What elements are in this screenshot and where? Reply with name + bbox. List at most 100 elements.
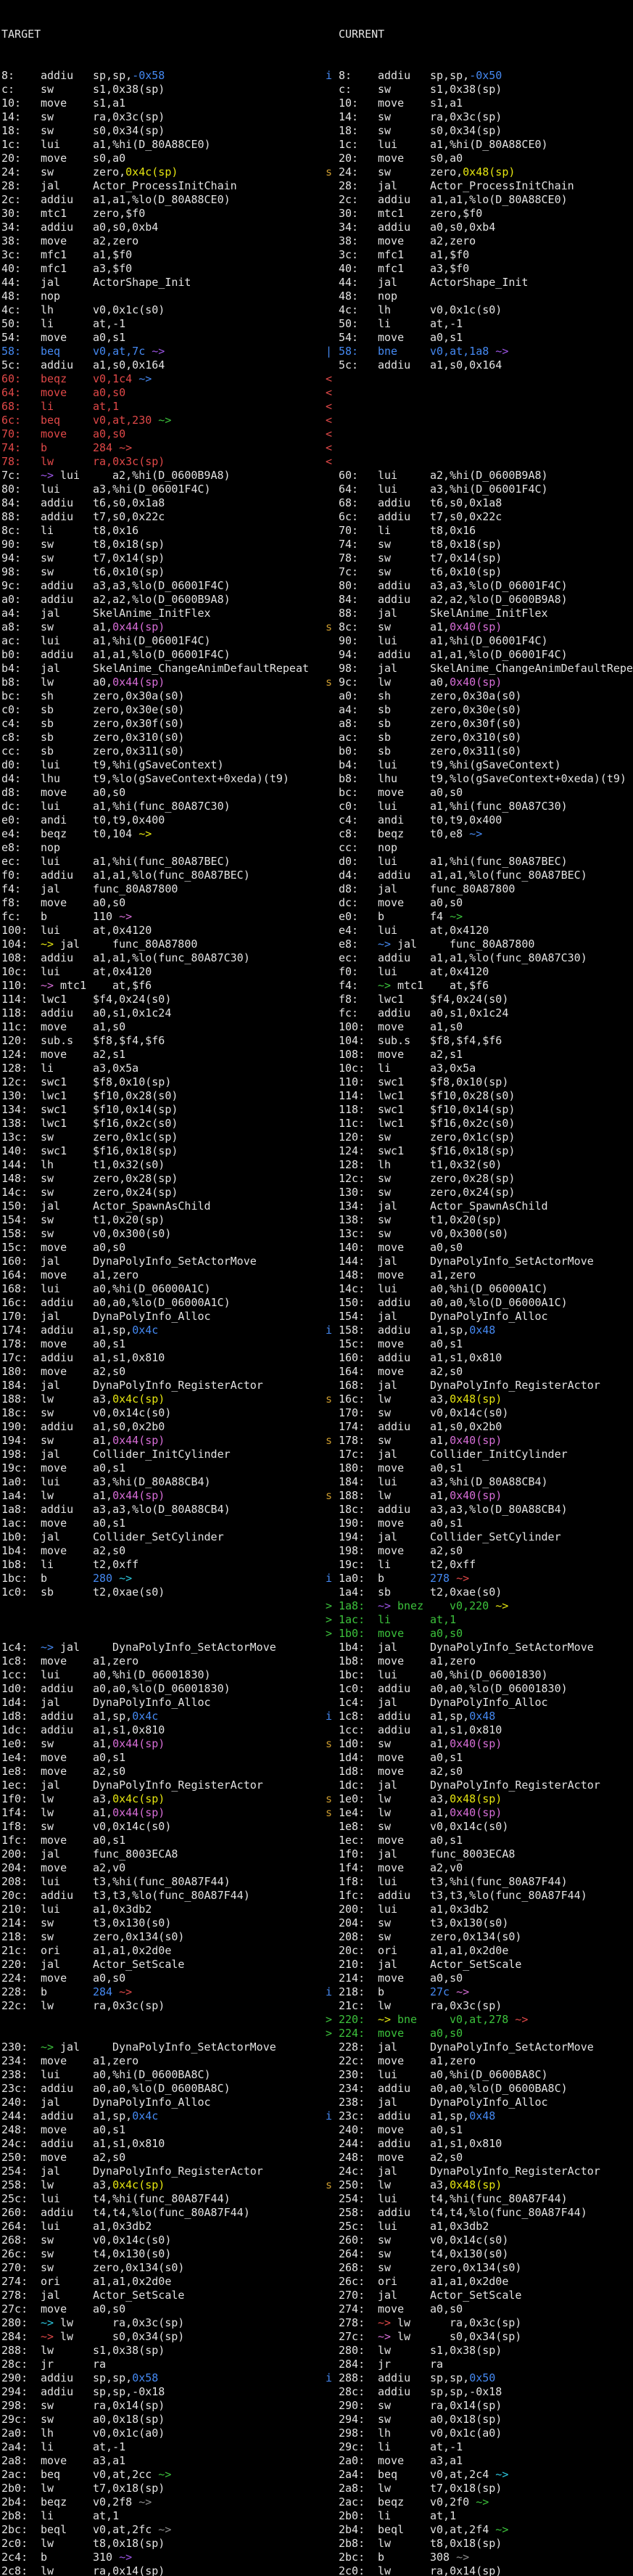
- current-line: b8:lhut9,%lo(gSaveContext+0xeda)(t9): [317, 772, 633, 786]
- asm-row: 64:movea0,s0<: [0, 386, 633, 400]
- asm-address: 188:: [1, 1392, 41, 1406]
- asm-mnemonic: li: [378, 1062, 430, 1075]
- asm-operand-segment: 278: [430, 1572, 450, 1585]
- asm-operands: t3,0x130(s0): [93, 1916, 171, 1929]
- asm-mnemonic: lui: [378, 1903, 430, 1916]
- asm-operands: t4,0x130(s0): [430, 2247, 508, 2260]
- current-line: 294:swa0,0x18(sp): [317, 2413, 633, 2427]
- asm-mnemonic: lhu: [378, 772, 430, 786]
- current-line: >1b0:movea0,s0: [317, 1627, 633, 1641]
- target-line: [0, 1613, 317, 1627]
- branch-target-arrow-icon: ~>: [378, 2316, 397, 2330]
- asm-row: c:sws1,0x38(sp) c:sws1,0x38(sp): [0, 83, 633, 97]
- asm-operands: a0,s1: [430, 1337, 463, 1350]
- target-line: 44:jalActorShape_Init: [0, 276, 317, 290]
- asm-mnemonic: addiu: [41, 496, 93, 510]
- gutter-marker: >: [326, 2027, 339, 2040]
- asm-mnemonic: jal: [378, 1379, 430, 1392]
- asm-operand-segment: -0x50: [469, 69, 502, 82]
- asm-operand-segment: zero,: [430, 165, 463, 179]
- asm-address: c8:: [339, 827, 378, 841]
- gutter-spacer: [326, 1365, 339, 1379]
- asm-address: fc:: [1, 910, 41, 924]
- asm-mnemonic: jal: [60, 938, 112, 951]
- asm-operands: a1,a1,%lo(func_80A87BEC): [430, 869, 587, 882]
- asm-address: 244:: [1, 2109, 41, 2123]
- asm-mnemonic: sw: [378, 1820, 430, 1834]
- target-line: b0:addiua1,a1,%lo(D_06001F4C): [0, 648, 317, 662]
- asm-operands: t4,%hi(func_80A87F44): [430, 2192, 568, 2205]
- gutter-spacer: [326, 2344, 339, 2358]
- gutter-spacer: [326, 2509, 339, 2523]
- asm-address: 9c:: [339, 676, 378, 689]
- gutter-spacer: [326, 979, 339, 993]
- asm-mnemonic: sw: [41, 2413, 93, 2427]
- gutter-spacer: [326, 483, 339, 496]
- target-line: 238:luia0,%hi(D_0600BA8C): [0, 2068, 317, 2082]
- current-line: 21c:lwra,0x3c(sp): [317, 1999, 633, 2013]
- target-line: 1dc:addiua1,s1,0x810: [0, 1723, 317, 1737]
- asm-mnemonic: addiu: [378, 2371, 430, 2385]
- asm-address: 114:: [339, 1089, 378, 1103]
- gutter-marker: >: [326, 1599, 339, 1613]
- asm-address: 2b8:: [1, 2509, 41, 2523]
- gutter-spacer: [326, 510, 339, 524]
- asm-address: 2ac:: [339, 2495, 378, 2509]
- current-line: 88:jalSkelAnime_InitFlex: [317, 607, 633, 620]
- target-line: 1a4:lwa1,0x44(sp): [0, 1489, 317, 1503]
- target-line: 250:movea2,s0: [0, 2151, 317, 2165]
- asm-mnemonic: addiu: [378, 1723, 430, 1737]
- asm-mnemonic: lui: [41, 138, 93, 152]
- asm-mnemonic: sw: [41, 1406, 93, 1420]
- gutter-spacer: [326, 124, 339, 138]
- asm-address: 180:: [339, 1461, 378, 1475]
- target-line: 1e8:movea2,s0: [0, 1765, 317, 1779]
- asm-operands: t7,0x18(sp): [93, 2482, 165, 2495]
- asm-address: 290:: [1, 2371, 41, 2385]
- asm-address: 1d0:: [1, 1682, 41, 1696]
- asm-row: bc:shzero,0x30a(s0) a0:shzero,0x30a(s0): [0, 689, 633, 703]
- asm-mnemonic: move: [378, 1020, 430, 1034]
- asm-row: dc:luia1,%hi(func_80A87C30) c0:luia1,%hi…: [0, 800, 633, 813]
- asm-operands: zero,0x134(s0): [430, 2261, 521, 2274]
- asm-mnemonic: jal: [41, 1696, 93, 1710]
- asm-address: 294:: [339, 2413, 378, 2427]
- target-line: 18:sws0,0x34(sp): [0, 124, 317, 138]
- asm-mnemonic: jal: [378, 1641, 430, 1654]
- asm-address: 158:: [1, 1227, 41, 1241]
- target-line: 254:jalDynaPolyInfo_RegisterActor: [0, 2165, 317, 2178]
- current-line: 148:movea1,zero: [317, 1268, 633, 1282]
- target-line: 8c:lit8,0x16: [0, 524, 317, 538]
- current-line: 230:luia0,%hi(D_0600BA8C): [317, 2068, 633, 2082]
- asm-operands: Actor_SetScale: [430, 1958, 521, 1971]
- asm-mnemonic: move: [378, 1268, 430, 1282]
- asm-mnemonic: sw: [378, 1930, 430, 1944]
- asm-mnemonic: nop: [378, 841, 430, 855]
- asm-address: 1c8:: [339, 1710, 378, 1723]
- current-line: 298:lhv0,0x1c(a0): [317, 2427, 633, 2440]
- asm-address: 120:: [1, 1034, 41, 1048]
- gutter-marker: i: [326, 69, 339, 83]
- target-line: e4:beqzt0,104 ~>: [0, 827, 317, 841]
- asm-operand-segment: 0x44(sp): [112, 1489, 165, 1502]
- asm-row: 1bc:b280 ~>i1a0:b278 ~>: [0, 1572, 633, 1586]
- current-line: 134:jalActor_SpawnAsChild: [317, 1199, 633, 1213]
- asm-operands: t4,0x130(s0): [93, 2247, 171, 2260]
- gutter-spacer: [326, 1213, 339, 1227]
- asm-row: 238:luia0,%hi(D_0600BA8C) 230:luia0,%hi(…: [0, 2068, 633, 2082]
- gutter-spacer: [326, 634, 339, 648]
- asm-address: 260:: [1, 2206, 41, 2220]
- asm-address: 104:: [339, 1034, 378, 1048]
- asm-row: 114:lwc1$f4,0x24(s0) f8:lwc1$f4,0x24(s0): [0, 993, 633, 1006]
- asm-row: 3c:mfc1a1,$f0 3c:mfc1a1,$f0: [0, 248, 633, 262]
- gutter-spacer: [326, 1751, 339, 1765]
- asm-operand-segment: a1,: [93, 1489, 112, 1502]
- gutter-spacer: [326, 731, 339, 745]
- current-line: i218:b27c ~>: [317, 1985, 633, 1999]
- asm-mnemonic: sub.s: [378, 1034, 430, 1048]
- asm-mnemonic: b: [41, 2551, 93, 2564]
- asm-mnemonic: addiu: [41, 1889, 93, 1903]
- asm-address: 274:: [1, 2275, 41, 2289]
- asm-row: 270:swzero,0x134(s0) 268:swzero,0x134(s0…: [0, 2261, 633, 2275]
- asm-operand-segment: 0x48: [469, 1324, 495, 1337]
